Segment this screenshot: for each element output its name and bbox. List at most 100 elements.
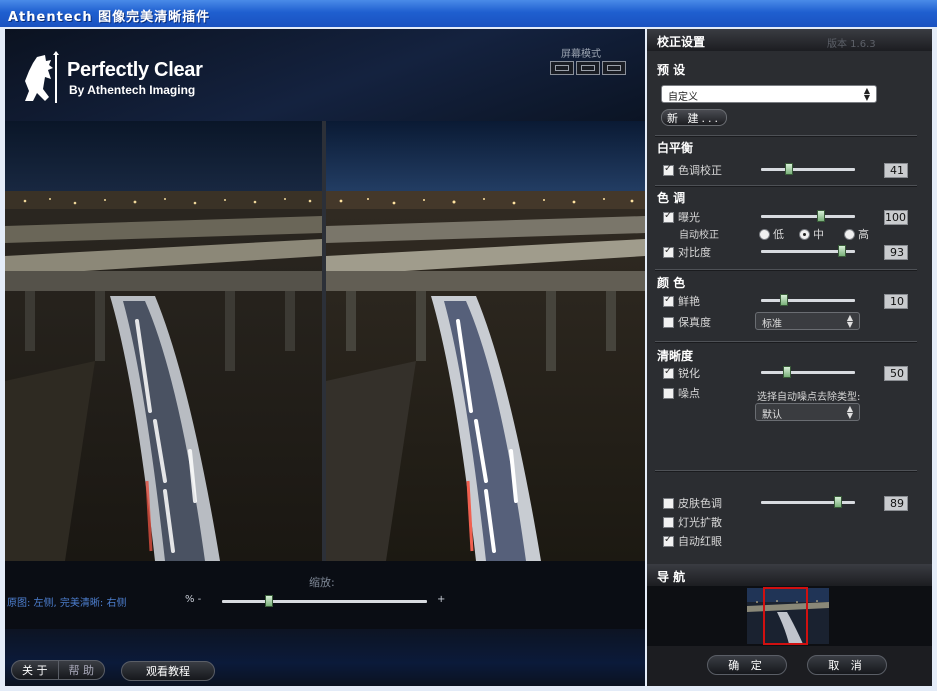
about-button[interactable]: 关 于	[12, 661, 58, 679]
auto-mid-label: 中	[813, 228, 824, 241]
title-bar: Athentech 图像完美清晰插件	[0, 0, 937, 27]
split-divider[interactable]	[322, 121, 326, 561]
divider	[655, 341, 917, 343]
tone-heading: 色 调	[657, 191, 686, 205]
checkbox-icon	[663, 497, 674, 509]
light-diffusion-label: 灯光扩散	[678, 516, 722, 529]
auto-correct-label: 自动校正	[679, 230, 719, 241]
red-eye-checkbox[interactable]: 自动红眼	[663, 533, 722, 549]
preview-panel: Perfectly Clear By Athentech Imaging 屏幕模…	[5, 29, 645, 686]
skin-tone-checkbox[interactable]: 皮肤色调	[663, 495, 722, 511]
screen-mode-buttons	[550, 61, 626, 75]
skin-tone-slider-thumb[interactable]	[834, 496, 843, 508]
compare-view-icon[interactable]	[602, 61, 626, 75]
navigator	[647, 586, 932, 646]
select-arrow-icon: ▲ ▼	[846, 313, 853, 329]
contrast-label: 对比度	[678, 246, 711, 259]
red-eye-label: 自动红眼	[678, 535, 722, 548]
light-diffusion-checkbox[interactable]: 灯光扩散	[663, 514, 722, 530]
radio-icon	[844, 228, 855, 240]
divider	[655, 269, 917, 271]
vibrance-value[interactable]: 10	[884, 294, 908, 309]
exposure-slider[interactable]	[761, 215, 855, 218]
contrast-slider-thumb[interactable]	[838, 245, 847, 257]
fidelity-label: 保真度	[678, 316, 711, 329]
contrast-checkbox[interactable]: 对比度	[663, 244, 711, 260]
select-arrow-icon: ▲ ▼	[846, 404, 853, 420]
checkbox-icon	[663, 316, 674, 328]
skin-tone-value[interactable]: 89	[884, 496, 908, 511]
sharpen-value[interactable]: 50	[884, 366, 908, 381]
checkbox-icon	[663, 516, 674, 528]
navigator-viewport-frame[interactable]	[763, 587, 808, 645]
enhanced-image	[326, 121, 645, 561]
screen-mode-label: 屏幕模式	[561, 49, 601, 60]
white-balance-heading: 白平衡	[657, 141, 694, 155]
tint-checkbox[interactable]: 色调校正	[663, 162, 722, 178]
tint-slider-thumb[interactable]	[785, 163, 794, 175]
exposure-label: 曝光	[678, 211, 700, 224]
window-title: Athentech 图像完美清晰插件	[8, 10, 211, 25]
tint-value[interactable]: 41	[884, 163, 908, 178]
watch-tutorial-button[interactable]: 观看教程	[121, 661, 215, 681]
vibrance-checkbox[interactable]: 鲜艳	[663, 293, 700, 309]
sharpen-checkbox[interactable]: 锐化	[663, 365, 700, 381]
fidelity-select-value: 标准	[762, 319, 782, 330]
divider	[655, 135, 917, 137]
ok-button[interactable]: 确 定	[707, 655, 787, 675]
noise-checkbox[interactable]: 噪点	[663, 385, 700, 401]
sharpen-slider-thumb[interactable]	[782, 366, 791, 378]
presets-heading: 预 设	[657, 63, 686, 77]
auto-mid-radio[interactable]: 中	[799, 226, 824, 242]
contrast-value[interactable]: 93	[884, 245, 908, 260]
radio-icon	[759, 228, 770, 240]
fidelity-checkbox[interactable]: 保真度	[663, 314, 711, 330]
single-view-icon[interactable]	[550, 61, 574, 75]
noise-label: 噪点	[678, 387, 700, 400]
exposure-slider-thumb[interactable]	[816, 210, 825, 222]
zoom-label: 缩放:	[309, 576, 335, 589]
version-label: 版本 1.6.3	[827, 39, 876, 50]
divider	[655, 470, 917, 472]
vibrance-label: 鲜艳	[678, 295, 700, 308]
split-view-icon[interactable]	[576, 61, 600, 75]
sharpness-heading: 清晰度	[657, 349, 694, 363]
vibrance-slider[interactable]	[761, 299, 855, 302]
panel-title: 校正设置	[657, 35, 706, 49]
checkbox-icon	[663, 163, 674, 176]
auto-high-label: 高	[858, 228, 869, 241]
checkbox-icon	[663, 387, 674, 399]
checkbox-icon	[663, 294, 674, 307]
navigator-title: 导 航	[657, 570, 686, 584]
cancel-button[interactable]: 取 消	[807, 655, 887, 675]
noise-type-label: 选择自动噪点去除类型:	[757, 392, 861, 403]
tint-slider[interactable]	[761, 168, 855, 171]
navigator-header: 导 航	[647, 564, 932, 586]
about-help-group: 关 于 帮 助	[11, 660, 105, 680]
brand-subtitle: By Athentech Imaging	[69, 83, 196, 97]
auto-low-label: 低	[773, 228, 784, 241]
exposure-checkbox[interactable]: 曝光	[663, 209, 700, 225]
tint-label: 色调校正	[678, 164, 722, 177]
auto-high-radio[interactable]: 高	[844, 226, 869, 242]
exposure-value[interactable]: 100	[884, 210, 908, 225]
noise-type-select[interactable]: 默认 ▲ ▼	[755, 403, 860, 421]
zoom-slider-thumb[interactable]	[265, 595, 274, 607]
help-button[interactable]: 帮 助	[57, 661, 105, 679]
zoom-slider[interactable]	[222, 600, 427, 603]
checkbox-icon	[663, 210, 674, 223]
brand-header: Perfectly Clear By Athentech Imaging 屏幕模…	[5, 29, 645, 121]
auto-low-radio[interactable]: 低	[759, 226, 784, 242]
checkbox-icon	[663, 366, 674, 379]
sharpen-slider[interactable]	[761, 371, 855, 374]
new-preset-button[interactable]: 新 建...	[661, 109, 727, 126]
radio-icon	[799, 228, 810, 240]
preset-select[interactable]: 自定义 ▲ ▼	[661, 85, 877, 103]
zoom-suffix: +	[437, 594, 446, 605]
fidelity-select[interactable]: 标准 ▲ ▼	[755, 312, 860, 330]
original-image	[5, 121, 322, 561]
select-arrow-icon: ▲ ▼	[863, 86, 870, 102]
skin-tone-label: 皮肤色调	[678, 497, 722, 510]
sharpen-label: 锐化	[678, 367, 700, 380]
vibrance-slider-thumb[interactable]	[779, 294, 788, 306]
